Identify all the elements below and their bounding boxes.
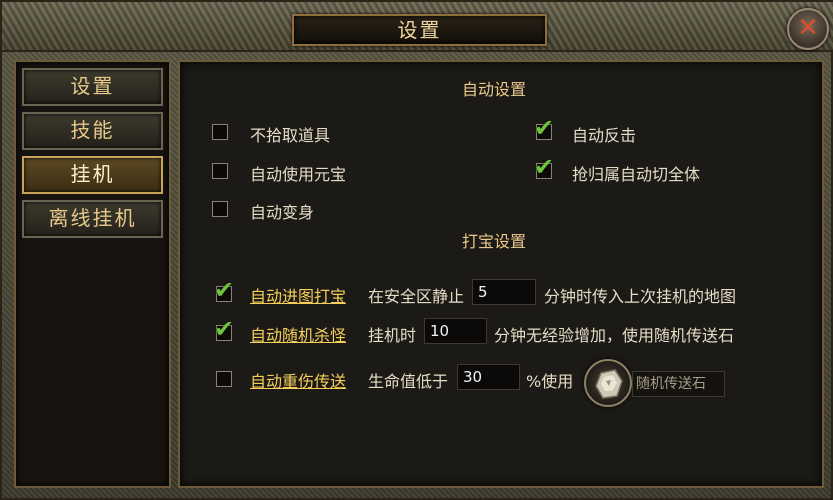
checkmark-icon: ✔ bbox=[214, 276, 235, 304]
checkbox-auto-counterattack[interactable]: ✔ bbox=[534, 116, 554, 140]
window-title: 设置 bbox=[397, 18, 442, 42]
hp-threshold-input[interactable]: 30 bbox=[457, 364, 520, 390]
title-bar: 设置 ✕ bbox=[2, 2, 833, 52]
row2-suffix: 分钟无经验增加，使用随机传送石 bbox=[494, 326, 735, 345]
checkmark-icon: ✔ bbox=[534, 114, 555, 142]
settings-window: 设置 ✕ 设置 技能 挂机 离线挂机 自动设置 不拾取道具 自动使用元宝 自动变… bbox=[0, 0, 833, 500]
close-x-icon: ✕ bbox=[797, 13, 819, 43]
idle-minutes-input[interactable]: 5 bbox=[472, 279, 536, 305]
checkmark-icon: ✔ bbox=[214, 315, 235, 343]
option-label-grab-ownership: 抢归属自动切全体 bbox=[572, 165, 701, 184]
row3-prefix: 生命值低于 bbox=[368, 372, 449, 391]
sidebar-item-settings[interactable]: 设置 bbox=[22, 68, 163, 106]
checkbox-no-pickup[interactable] bbox=[212, 124, 228, 140]
row1-prefix: 在安全区静止 bbox=[368, 287, 465, 306]
link-auto-injury-teleport[interactable]: 自动重伤传送 bbox=[250, 368, 346, 392]
link-auto-enter-map[interactable]: 自动进图打宝 bbox=[250, 283, 346, 307]
checkbox-auto-use-yuanbao[interactable] bbox=[212, 163, 228, 179]
option-label-auto-use-yuanbao: 自动使用元宝 bbox=[250, 165, 347, 184]
sidebar: 设置 技能 挂机 离线挂机 bbox=[14, 60, 171, 488]
option-label-auto-transform: 自动变身 bbox=[250, 203, 315, 222]
close-button[interactable]: ✕ bbox=[787, 8, 829, 50]
title-plate: 设置 bbox=[292, 14, 547, 46]
checkbox-auto-enter-map[interactable]: ✔ bbox=[214, 278, 234, 302]
sidebar-item-skills[interactable]: 技能 bbox=[22, 112, 163, 150]
link-auto-random-kill[interactable]: 自动随机杀怪 bbox=[250, 322, 346, 346]
row3-suffix: %使用 bbox=[526, 372, 574, 391]
checkbox-auto-transform[interactable] bbox=[212, 201, 228, 217]
row2-prefix: 挂机时 bbox=[368, 326, 417, 345]
treasure-settings-title: 打宝设置 bbox=[462, 232, 527, 251]
teleport-stone-icon bbox=[595, 369, 623, 399]
no-exp-minutes-input[interactable]: 10 bbox=[424, 318, 487, 344]
sidebar-item-auto-hunt[interactable]: 挂机 bbox=[22, 156, 163, 194]
option-label-auto-counterattack: 自动反击 bbox=[572, 126, 637, 145]
checkmark-icon: ✔ bbox=[534, 153, 555, 181]
teleport-stone-slot[interactable] bbox=[584, 359, 632, 407]
teleport-stone-name: 随机传送石 bbox=[632, 371, 725, 397]
auto-settings-title: 自动设置 bbox=[462, 80, 527, 99]
main-panel: 自动设置 不拾取道具 自动使用元宝 自动变身 ✔ 自动反击 ✔ 抢归属自动切全体… bbox=[178, 60, 824, 488]
option-label-no-pickup: 不拾取道具 bbox=[250, 126, 331, 145]
checkbox-auto-random-kill[interactable]: ✔ bbox=[214, 317, 234, 341]
checkbox-auto-injury-teleport[interactable] bbox=[216, 371, 232, 387]
checkbox-grab-ownership[interactable]: ✔ bbox=[534, 155, 554, 179]
row1-suffix: 分钟时传入上次挂机的地图 bbox=[544, 287, 737, 306]
sidebar-item-offline-hunt[interactable]: 离线挂机 bbox=[22, 200, 163, 238]
